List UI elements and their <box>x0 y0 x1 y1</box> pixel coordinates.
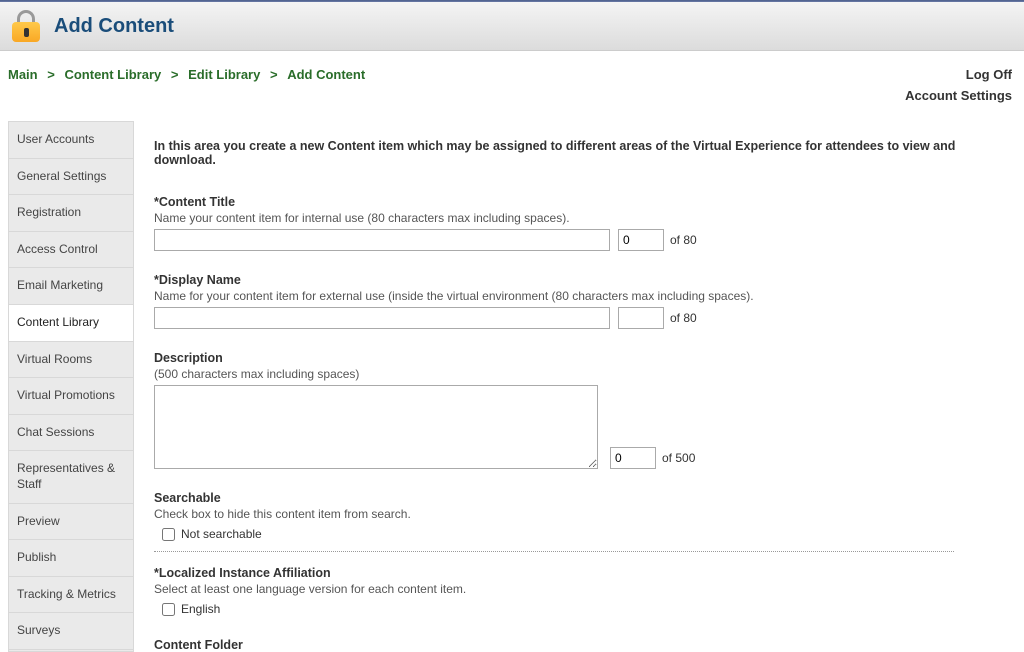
breadcrumb-sep: > <box>47 67 55 82</box>
english-checkbox[interactable] <box>162 603 175 616</box>
display-name-label: *Display Name <box>154 273 1004 287</box>
field-description: Description (500 characters max includin… <box>154 351 1004 469</box>
searchable-hint: Check box to hide this content item from… <box>154 507 1004 521</box>
breadcrumb-edit-library[interactable]: Edit Library <box>188 67 260 82</box>
display-name-count[interactable] <box>618 307 664 329</box>
not-searchable-label: Not searchable <box>181 527 262 541</box>
sidebar-item-registration[interactable]: Registration <box>9 195 133 232</box>
sidebar-item-general-settings[interactable]: General Settings <box>9 159 133 196</box>
field-content-title: *Content Title Name your content item fo… <box>154 195 1004 251</box>
display-name-of: of 80 <box>670 311 697 325</box>
sidebar-item-access-control[interactable]: Access Control <box>9 232 133 269</box>
content-title-of: of 80 <box>670 233 697 247</box>
breadcrumb-main[interactable]: Main <box>8 67 38 82</box>
sidebar-item-email-marketing[interactable]: Email Marketing <box>9 268 133 305</box>
logoff-link[interactable]: Log Off <box>966 67 1012 82</box>
breadcrumb: Main > Content Library > Edit Library > … <box>8 67 365 82</box>
description-label: Description <box>154 351 1004 365</box>
sidebar-item-chat-sessions[interactable]: Chat Sessions <box>9 415 133 452</box>
account-settings-link[interactable]: Account Settings <box>905 88 1012 103</box>
field-searchable: Searchable Check box to hide this conten… <box>154 491 1004 541</box>
searchable-label: Searchable <box>154 491 1004 505</box>
breadcrumb-sep: > <box>270 67 278 82</box>
content-title-label: *Content Title <box>154 195 1004 209</box>
english-label: English <box>181 602 220 616</box>
description-hint: (500 characters max including spaces) <box>154 367 1004 381</box>
description-of: of 500 <box>662 451 695 465</box>
divider <box>154 551 954 552</box>
localized-label: *Localized Instance Affiliation <box>154 566 1004 580</box>
field-content-folder: Content Folder <box>154 638 1004 652</box>
breadcrumb-content-library[interactable]: Content Library <box>64 67 161 82</box>
field-display-name: *Display Name Name for your content item… <box>154 273 1004 329</box>
not-searchable-checkbox[interactable] <box>162 528 175 541</box>
content-folder-label: Content Folder <box>154 638 1004 652</box>
localized-hint: Select at least one language version for… <box>154 582 1004 596</box>
field-localized: *Localized Instance Affiliation Select a… <box>154 566 1004 616</box>
description-count[interactable] <box>610 447 656 469</box>
sidebar-item-surveys[interactable]: Surveys <box>9 613 133 650</box>
sidebar-item-content-library[interactable]: Content Library <box>9 305 133 342</box>
sidebar-item-user-accounts[interactable]: User Accounts <box>9 122 133 159</box>
sidebar-item-virtual-promotions[interactable]: Virtual Promotions <box>9 378 133 415</box>
intro-text: In this area you create a new Content it… <box>154 139 1004 167</box>
top-right-links: Log Off Account Settings <box>905 67 1012 109</box>
page-title: Add Content <box>54 15 174 38</box>
content-title-count[interactable] <box>618 229 664 251</box>
content-title-input[interactable] <box>154 229 610 251</box>
sidebar: User Accounts General Settings Registrat… <box>8 121 134 652</box>
main-content: In this area you create a new Content it… <box>134 121 1016 652</box>
sidebar-item-virtual-rooms[interactable]: Virtual Rooms <box>9 342 133 379</box>
description-textarea[interactable] <box>154 385 598 469</box>
display-name-hint: Name for your content item for external … <box>154 289 1004 303</box>
sidebar-item-representatives-staff[interactable]: Representatives & Staff <box>9 451 133 503</box>
sidebar-item-preview[interactable]: Preview <box>9 504 133 541</box>
breadcrumb-sep: > <box>171 67 179 82</box>
display-name-input[interactable] <box>154 307 610 329</box>
header: Add Content <box>0 2 1024 51</box>
sidebar-item-tracking-metrics[interactable]: Tracking & Metrics <box>9 577 133 614</box>
breadcrumb-current: Add Content <box>287 67 365 82</box>
lock-icon <box>12 10 40 42</box>
content-title-hint: Name your content item for internal use … <box>154 211 1004 225</box>
sidebar-item-publish[interactable]: Publish <box>9 540 133 577</box>
